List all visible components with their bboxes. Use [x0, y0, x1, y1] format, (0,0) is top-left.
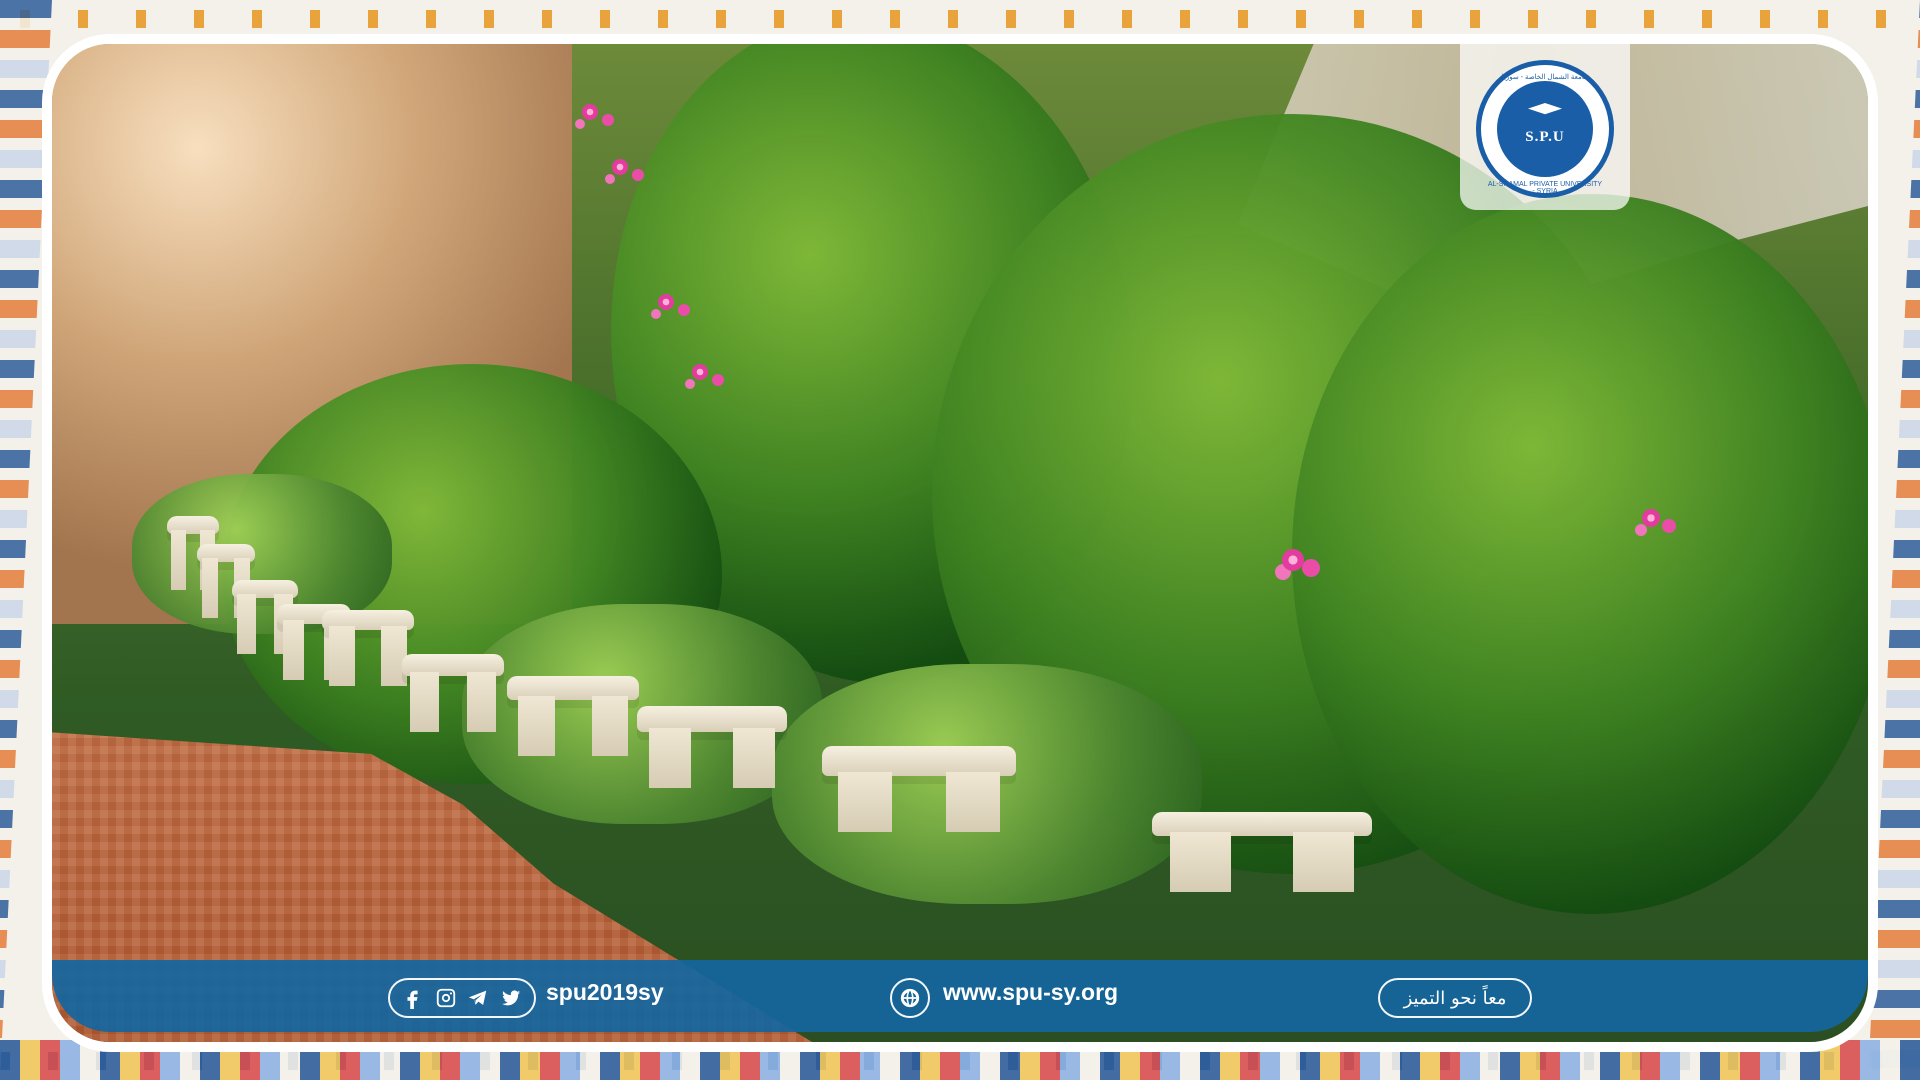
- motto-text: معاً نحو التميز: [1403, 987, 1507, 1009]
- globe-icon: [899, 987, 921, 1009]
- website-icon-pill[interactable]: [890, 978, 930, 1018]
- pink-flower: [692, 364, 708, 380]
- rose-flower: [1282, 549, 1304, 571]
- stone-bench: [322, 610, 414, 686]
- stone-bench: [1152, 812, 1372, 892]
- logo-center: S.P.U: [1497, 81, 1593, 177]
- social-icons-pill: [388, 978, 536, 1018]
- pink-flower: [658, 294, 674, 310]
- website-link[interactable]: www.spu-sy.org: [943, 979, 1118, 1006]
- ivy-foliage: [1292, 194, 1868, 914]
- instagram-icon[interactable]: [435, 987, 457, 1009]
- stone-bench: [637, 706, 787, 788]
- graduation-cap-icon: [1528, 103, 1562, 115]
- social-handle[interactable]: spu2019sy: [546, 979, 664, 1006]
- motto-badge: معاً نحو التميز: [1378, 978, 1532, 1018]
- stone-bench: [402, 654, 504, 732]
- stone-bench: [167, 516, 219, 590]
- logo-english-text: AL-SHAMAL PRIVATE UNIVERSITY - SYRIA: [1487, 181, 1603, 195]
- rose-flower: [1642, 509, 1660, 527]
- pink-flower: [582, 104, 598, 120]
- stone-bench: [822, 746, 1016, 832]
- logo-arabic-text: جامعة الشمال الخاصة - سوريا: [1501, 74, 1589, 81]
- pink-flower: [612, 159, 628, 175]
- stone-bench: [232, 580, 298, 654]
- telegram-icon[interactable]: [467, 987, 489, 1009]
- bottom-decorative-border: [0, 1040, 1920, 1080]
- twitter-icon[interactable]: [500, 987, 522, 1009]
- logo-abbreviation: S.P.U: [1525, 129, 1565, 145]
- stone-bench: [507, 676, 639, 756]
- stone-bench: [197, 544, 255, 618]
- facebook-icon[interactable]: [402, 987, 424, 1009]
